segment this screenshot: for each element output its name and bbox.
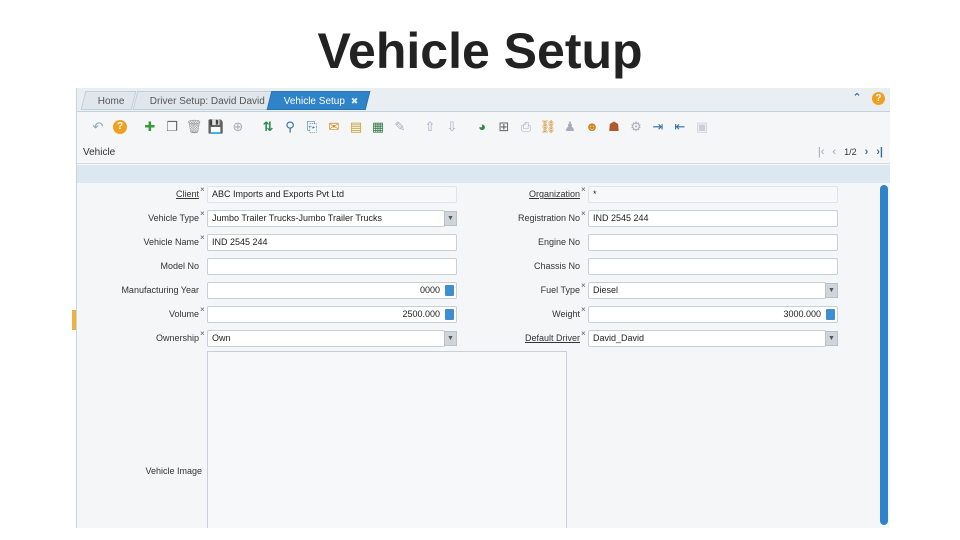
- engine-no-label: Engine No: [537, 237, 580, 247]
- vehicle-image-label: Vehicle Image: [145, 466, 202, 476]
- ownership-select[interactable]: Own: [207, 330, 445, 347]
- required-marker: ×: [581, 281, 586, 290]
- workflow-icon[interactable]: ♟: [561, 118, 579, 136]
- vehicle-name-label: Vehicle Name: [143, 237, 199, 247]
- required-marker: ×: [200, 305, 205, 314]
- slide-title: Vehicle Setup: [317, 23, 643, 79]
- client-field[interactable]: ABC Imports and Exports Pvt Ltd: [207, 186, 457, 203]
- vertical-scrollbar[interactable]: [880, 185, 888, 525]
- detail-record-icon[interactable]: ⇩: [443, 118, 461, 136]
- required-marker: ×: [581, 185, 586, 194]
- chevron-down-icon[interactable]: ▼: [444, 331, 457, 346]
- engine-no-field[interactable]: [588, 234, 838, 251]
- model-no-field[interactable]: [207, 258, 457, 275]
- archive-icon[interactable]: ⊞: [495, 118, 513, 136]
- tab-bar: Home Driver Setup: David David ✖ Vehicle …: [77, 88, 890, 112]
- tab-vehicle-setup[interactable]: Vehicle Setup ✖: [266, 91, 371, 111]
- required-marker: ×: [200, 185, 205, 194]
- refresh-icon[interactable]: ⇅: [259, 118, 277, 136]
- required-marker: ×: [581, 209, 586, 218]
- undo-icon[interactable]: ↶: [89, 118, 107, 136]
- grid-toggle-icon[interactable]: ▦: [369, 118, 387, 136]
- client-label: Client: [175, 189, 199, 199]
- record-navigation: |‹ ‹ 1/2 › ›|: [818, 146, 883, 158]
- weight-label: Weight: [552, 309, 580, 319]
- chevron-down-icon[interactable]: ▼: [825, 283, 838, 298]
- manufacturing-year-field[interactable]: 0000: [207, 282, 457, 299]
- delete-icon[interactable]: 🗑: [185, 118, 203, 136]
- zoom-across-icon[interactable]: ⛓: [539, 118, 557, 136]
- attachment-icon[interactable]: ⎘: [303, 118, 321, 136]
- default-driver-label: Default Driver: [524, 333, 580, 343]
- tab-vehicle-setup-label: Vehicle Setup: [283, 96, 345, 107]
- volume-field[interactable]: 2500.000: [207, 306, 457, 323]
- vehicle-type-select[interactable]: Jumbo Trailer Trucks-Jumbo Trailer Truck…: [207, 210, 445, 227]
- tab-home-label: Home: [97, 96, 125, 107]
- copy-record-icon[interactable]: ❐: [163, 118, 181, 136]
- organization-label: Organization: [528, 189, 580, 199]
- required-marker: ×: [200, 209, 205, 218]
- report-icon[interactable]: ◕: [473, 118, 491, 136]
- app-window: Home Driver Setup: David David ✖ Vehicle …: [76, 88, 890, 528]
- toolbar: ↶ ? ✚ ❐ 🗑 💾 ⊕ ⇅ ⚲ ⎘ ✉ ▤ ▦ ✎ ⇧ ⇩ ◕ ⊞ ⎙ ⛓ …: [77, 113, 890, 141]
- section-band: [77, 165, 890, 183]
- chassis-no-field[interactable]: [588, 258, 838, 275]
- calculator-icon[interactable]: [445, 309, 454, 320]
- vehicle-type-label: Vehicle Type: [148, 213, 199, 223]
- required-marker: ×: [200, 329, 205, 338]
- calculator-icon[interactable]: [445, 285, 454, 296]
- find-icon[interactable]: ⚲: [281, 118, 299, 136]
- fuel-type-label: Fuel Type: [540, 285, 580, 295]
- previous-record-icon[interactable]: ‹: [832, 146, 836, 158]
- organization-field[interactable]: *: [588, 186, 838, 203]
- import-icon[interactable]: ⇤: [671, 118, 689, 136]
- wand-icon[interactable]: ✎: [391, 118, 409, 136]
- chevron-down-icon[interactable]: ▼: [825, 331, 838, 346]
- collapse-icon[interactable]: ⌃: [850, 91, 864, 105]
- required-marker: ×: [200, 233, 205, 242]
- record-counter: 1/2: [844, 147, 857, 157]
- model-no-label: Model No: [160, 261, 199, 271]
- help-icon[interactable]: ?: [111, 118, 129, 136]
- customize-icon[interactable]: ▣: [693, 118, 711, 136]
- chat-icon[interactable]: ✉: [325, 118, 343, 136]
- parent-record-icon[interactable]: ⇧: [421, 118, 439, 136]
- new-record-icon[interactable]: ✚: [141, 118, 159, 136]
- save-new-icon[interactable]: ⊕: [229, 118, 247, 136]
- registration-no-field[interactable]: IND 2545 244: [588, 210, 838, 227]
- vehicle-image-box[interactable]: [207, 351, 567, 528]
- weight-field[interactable]: 3000.000: [588, 306, 838, 323]
- settings-icon[interactable]: ⚙: [627, 118, 645, 136]
- volume-label: Volume: [168, 309, 199, 319]
- ownership-label: Ownership: [155, 333, 199, 343]
- next-record-icon[interactable]: ›: [865, 146, 869, 158]
- users-icon[interactable]: ☻: [583, 118, 601, 136]
- manufacturing-year-label: Manufacturing Year: [121, 285, 199, 295]
- last-record-icon[interactable]: ›|: [876, 146, 883, 158]
- registration-no-label: Registration No: [517, 213, 580, 223]
- window-title: Vehicle: [83, 147, 116, 158]
- tab-driver-setup-label: Driver Setup: David David: [149, 96, 265, 107]
- first-record-icon[interactable]: |‹: [818, 146, 825, 158]
- history-icon[interactable]: ▤: [347, 118, 365, 136]
- close-icon[interactable]: ✖: [351, 92, 359, 111]
- required-marker: ×: [581, 329, 586, 338]
- export-icon[interactable]: ⇥: [649, 118, 667, 136]
- required-marker: ×: [581, 305, 586, 314]
- vehicle-name-field[interactable]: IND 2545 244: [207, 234, 457, 251]
- chassis-no-label: Chassis No: [533, 261, 580, 271]
- save-icon[interactable]: 💾: [207, 118, 225, 136]
- tab-home[interactable]: Home: [80, 91, 137, 110]
- help-icon[interactable]: ?: [872, 91, 885, 105]
- print-icon[interactable]: ⎙: [517, 118, 535, 136]
- default-driver-select[interactable]: David_David: [588, 330, 826, 347]
- calculator-icon[interactable]: [826, 309, 835, 320]
- product-icon[interactable]: ☗: [605, 118, 623, 136]
- window-header: Vehicle |‹ ‹ 1/2 › ›|: [77, 142, 890, 164]
- fuel-type-select[interactable]: Diesel: [588, 282, 826, 299]
- chevron-down-icon[interactable]: ▼: [444, 211, 457, 226]
